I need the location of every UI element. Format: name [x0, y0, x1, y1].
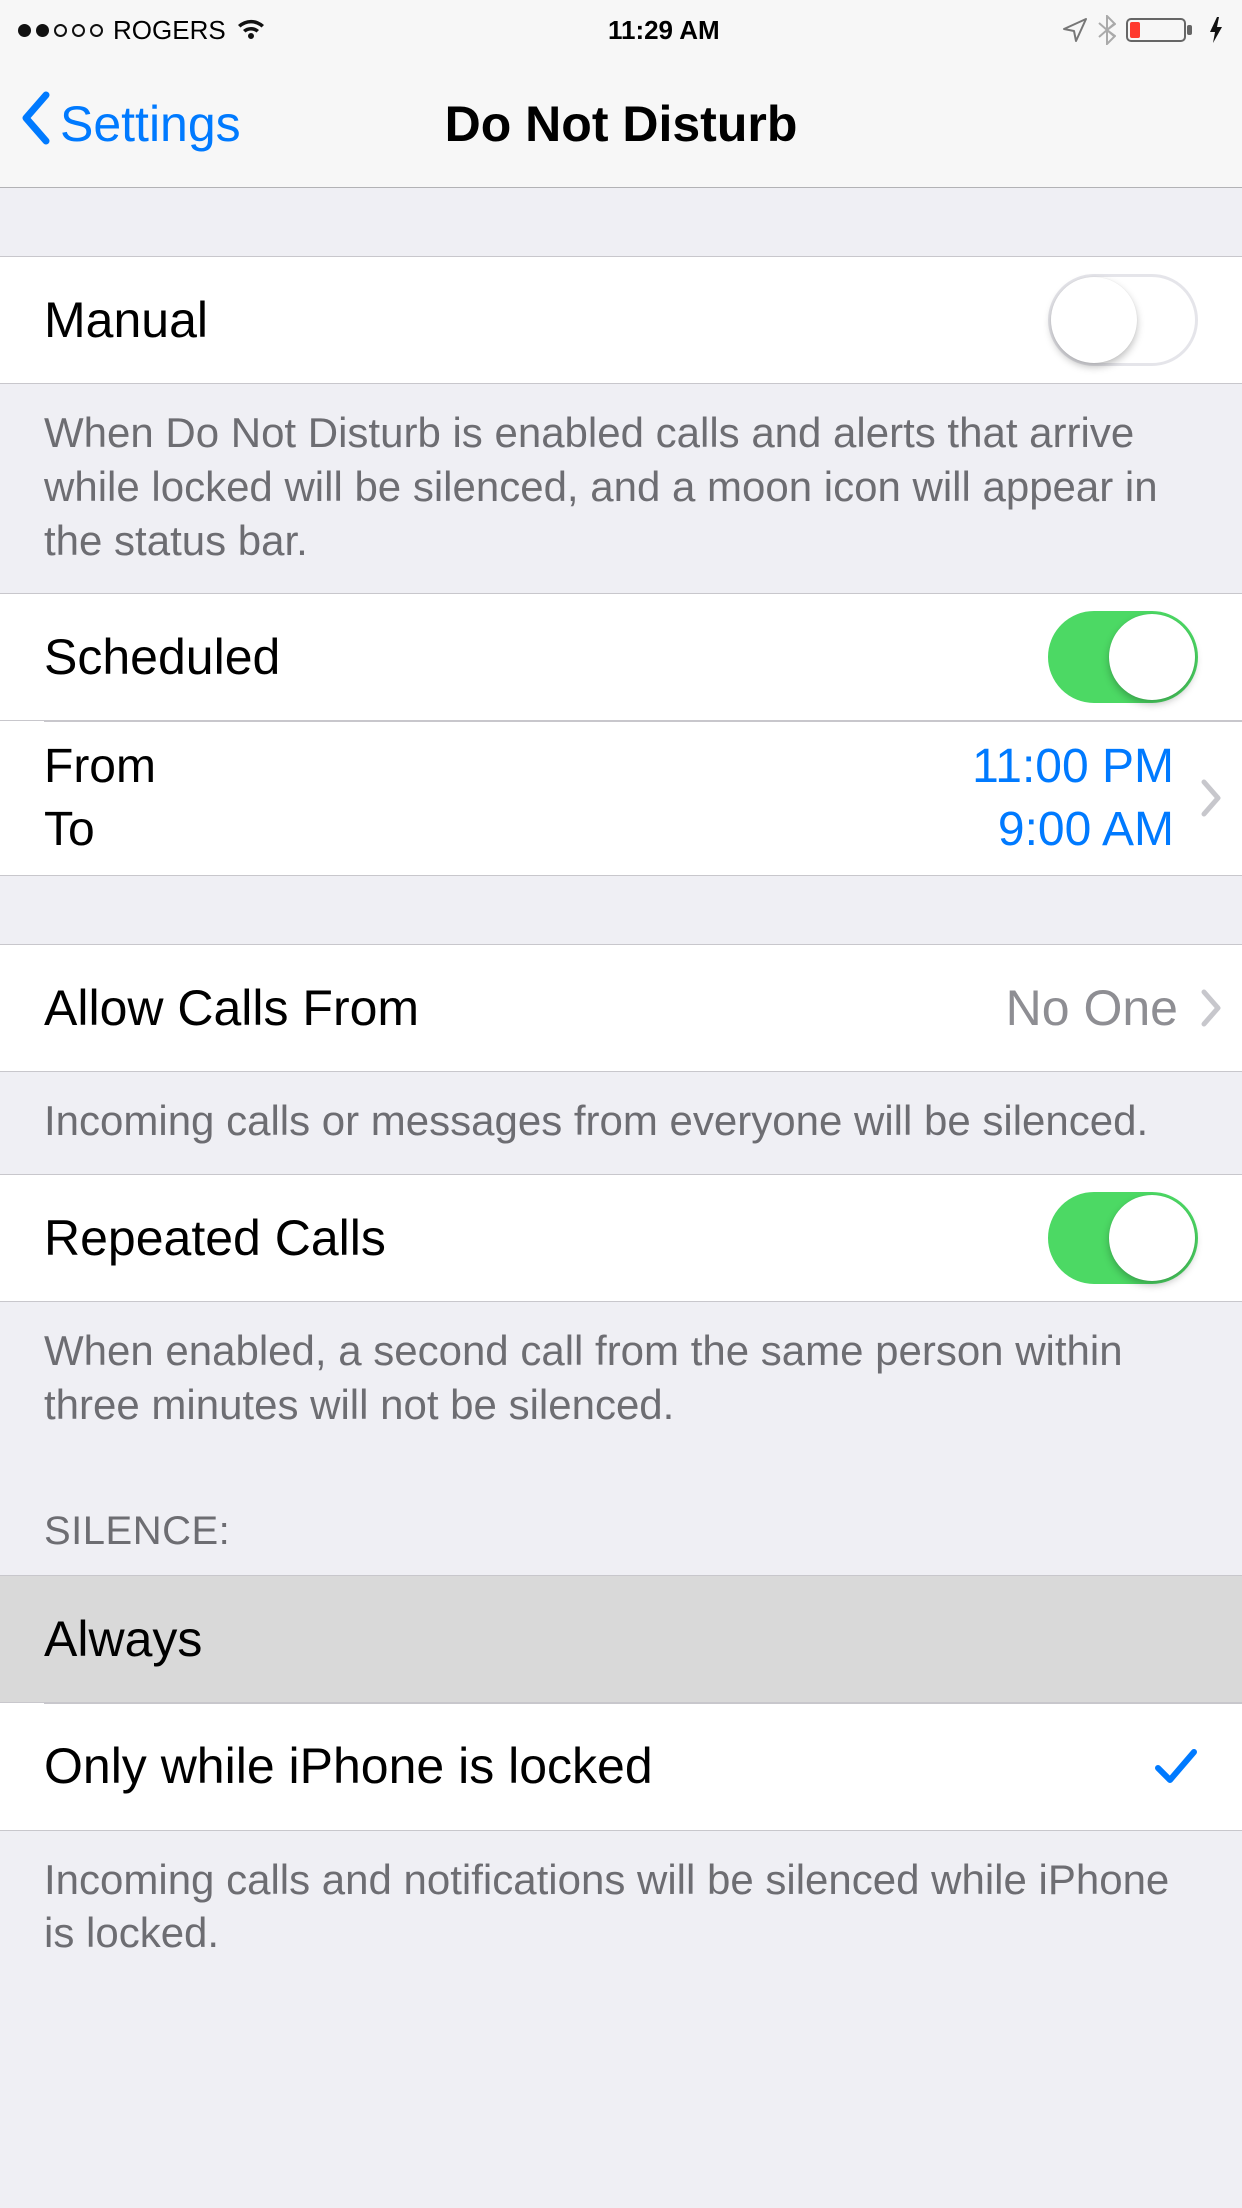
back-button[interactable]: Settings: [0, 91, 241, 157]
manual-label: Manual: [44, 291, 1048, 349]
scheduled-label: Scheduled: [44, 628, 1048, 686]
silence-header: SILENCE:: [0, 1458, 1242, 1575]
checkmark-icon: [1154, 1746, 1198, 1786]
schedule-to-value: 9:00 AM: [998, 802, 1174, 857]
schedule-from-label: From: [44, 739, 156, 794]
silence-always-label: Always: [44, 1610, 1198, 1668]
silence-locked-label: Only while iPhone is locked: [44, 1737, 1154, 1795]
scheduled-row[interactable]: Scheduled: [0, 593, 1242, 721]
spacer: [0, 876, 1242, 944]
silence-option-always[interactable]: Always: [0, 1575, 1242, 1703]
schedule-from-value: 11:00 PM: [972, 739, 1174, 794]
schedule-to-label: To: [44, 802, 95, 857]
wifi-icon: [236, 18, 266, 42]
schedule-time-row[interactable]: From 11:00 PM To 9:00 AM: [0, 721, 1242, 876]
carrier-label: ROGERS: [113, 15, 226, 46]
chevron-right-icon: [1198, 778, 1222, 818]
repeated-calls-footer: When enabled, a second call from the sam…: [0, 1302, 1242, 1458]
repeated-calls-toggle[interactable]: [1048, 1192, 1198, 1284]
silence-option-locked[interactable]: Only while iPhone is locked: [0, 1703, 1242, 1831]
nav-bar: Settings Do Not Disturb: [0, 60, 1242, 188]
manual-toggle[interactable]: [1048, 274, 1198, 366]
repeated-calls-label: Repeated Calls: [44, 1209, 1048, 1267]
allow-calls-value: No One: [1006, 979, 1178, 1037]
manual-row[interactable]: Manual: [0, 256, 1242, 384]
chevron-right-icon: [1198, 988, 1222, 1028]
status-left: ROGERS: [18, 15, 266, 46]
status-bar: ROGERS 11:29 AM: [0, 0, 1242, 60]
status-time: 11:29 AM: [608, 15, 720, 46]
allow-calls-row[interactable]: Allow Calls From No One: [0, 944, 1242, 1072]
manual-footer: When Do Not Disturb is enabled calls and…: [0, 384, 1242, 593]
bluetooth-icon: [1098, 15, 1116, 45]
scheduled-toggle[interactable]: [1048, 611, 1198, 703]
allow-calls-footer: Incoming calls or messages from everyone…: [0, 1072, 1242, 1174]
location-icon: [1062, 17, 1088, 43]
repeated-calls-row[interactable]: Repeated Calls: [0, 1174, 1242, 1302]
allow-calls-label: Allow Calls From: [44, 979, 1006, 1037]
charging-icon: [1208, 15, 1224, 45]
spacer: [0, 188, 1242, 256]
silence-footer: Incoming calls and notifications will be…: [0, 1831, 1242, 1987]
status-right: [1062, 15, 1224, 45]
signal-strength-icon: [18, 24, 103, 37]
chevron-left-icon: [20, 91, 52, 157]
back-label: Settings: [60, 95, 241, 153]
battery-icon: [1126, 15, 1198, 45]
